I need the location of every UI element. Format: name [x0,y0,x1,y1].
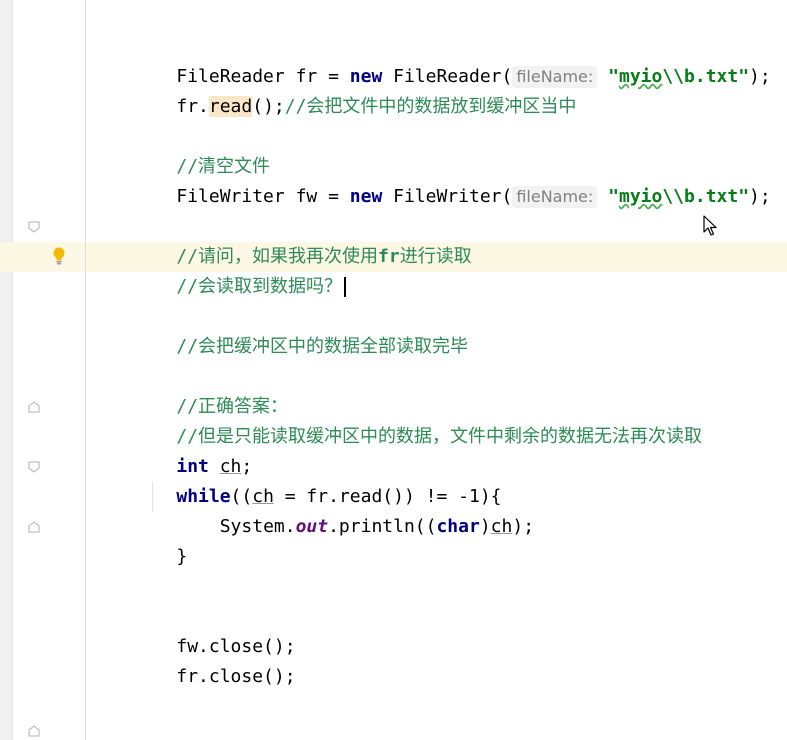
code-line[interactable]: //清空文件 [133,122,270,177]
string-literal: \\b.txt" [662,66,750,87]
code-editor[interactable]: FileReader fr = new FileReader(fileName:… [0,0,787,740]
code-line[interactable]: FileReader fr = new FileReader(fileName:… [133,32,771,88]
code-line[interactable]: fr.close(); [133,632,295,687]
code-comment: //会读取到数据吗？ [176,276,343,297]
code-line[interactable]: System.out.println((char)ch); [133,482,534,537]
lightbulb-icon[interactable] [51,246,67,266]
code-line[interactable]: //会把缓冲区中的数据全部读取完毕 [133,302,468,357]
closing-brace: } [176,546,188,567]
parameter-hint: fileName: [512,186,598,208]
code-line[interactable]: //但是只能读取缓冲区中的数据，文件中剩余的数据无法再次读取 [133,392,702,447]
string-literal: \\b.txt" [662,186,750,207]
code-line[interactable]: FileWriter fw = new FileWriter(fileName:… [133,152,771,208]
highlighted-method: read [208,96,253,117]
fold-marker-icon[interactable] [28,461,40,473]
code-line[interactable]: while((ch = fr.read()) != -1){ [133,452,501,507]
code-comment: //会把文件中的数据放到缓冲区当中 [284,96,577,117]
keyword: char [436,516,480,537]
static-field: out [295,516,329,537]
string-quote: " [597,186,619,207]
code-text: ); [512,516,535,537]
code-line-current[interactable]: //会读取到数据吗？ [133,242,347,297]
code-comment: //但是只能读取缓冲区中的数据，文件中剩余的数据无法再次读取 [176,426,703,447]
type-name: System. [219,516,296,537]
code-line[interactable]: int ch; [133,422,252,477]
fold-marker-icon[interactable] [28,221,40,233]
code-text: ); [749,66,771,87]
code-line[interactable]: fw.close(); [133,602,295,657]
gutter-divider [12,0,13,740]
keyword: new [349,186,383,207]
variable-name: ch [490,516,513,537]
code-comment: 进行读取 [399,246,472,267]
code-text: (); [252,96,285,117]
code-text: ); [749,186,771,207]
string-typo-word: myio [618,186,663,207]
code-line[interactable]: //请问，如果我再次使用fr进行读取 [133,212,471,267]
type-name: FileWriter [176,186,285,207]
code-line[interactable]: } [133,512,187,567]
code-text: ) [479,516,491,537]
string-typo-word: myio [618,66,663,87]
fold-end-icon[interactable] [28,401,40,413]
code-text: fw = [284,186,350,207]
mouse-pointer-icon [703,215,717,236]
code-text: FileWriter( [382,186,513,207]
code-text: fr.close(); [176,666,296,687]
text-caret [344,277,347,297]
string-quote: " [597,66,619,87]
code-comment: //会把缓冲区中的数据全部读取完毕 [176,336,469,357]
fold-end-icon[interactable] [28,521,40,533]
fold-end-icon[interactable] [28,725,40,737]
code-line[interactable]: } [89,722,143,740]
code-comment-bold: fr [378,246,400,267]
code-text: fr. [176,96,209,117]
editor-gutter [0,0,12,740]
code-line[interactable]: //正确答案： [133,362,288,417]
code-text: .println(( [328,516,437,537]
fold-margin-divider [85,0,86,740]
code-line[interactable]: fr.read();//会把文件中的数据放到缓冲区当中 [133,62,576,117]
